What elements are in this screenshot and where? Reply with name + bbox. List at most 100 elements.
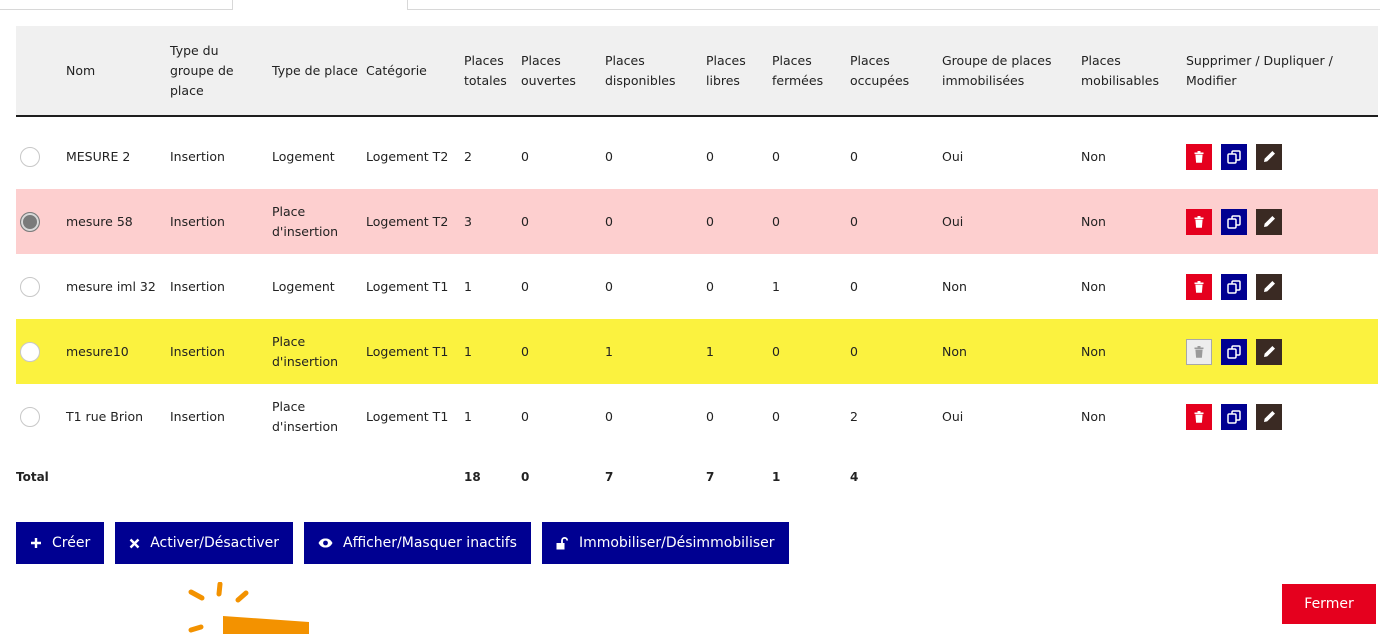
header-categorie: Catégorie: [362, 26, 460, 116]
row-actions: [1186, 338, 1374, 365]
row-radio[interactable]: [20, 211, 40, 232]
delete-button[interactable]: [1186, 208, 1212, 235]
cell-type-groupe: Insertion: [166, 124, 268, 189]
cell-places-occupees: 0: [846, 189, 938, 254]
cell-places-disponibles: 0: [601, 189, 702, 254]
duplicate-button[interactable]: [1221, 143, 1247, 170]
header-nom: Nom: [62, 26, 166, 116]
edit-button[interactable]: [1256, 143, 1282, 170]
cell-immobilisees: Non: [938, 254, 1077, 319]
table-row[interactable]: T1 rue Brion Insertion Place d'insertion Lo…: [16, 384, 1378, 449]
cell-places-totales: 1: [460, 254, 517, 319]
duplicate-button[interactable]: [1221, 338, 1247, 365]
header-type-place: Type de place: [268, 26, 362, 116]
cell-nom: mesure10: [62, 319, 166, 384]
row-radio[interactable]: [20, 406, 40, 427]
delete-button[interactable]: [1186, 273, 1212, 300]
cell-places-fermees: 0: [768, 319, 846, 384]
pencil-icon: [1263, 280, 1276, 293]
total-row: Total 18 0 7 7 1 4: [16, 449, 1378, 505]
header-places-libres: Places libres: [702, 26, 768, 116]
row-actions: [1186, 143, 1374, 170]
table-row[interactable]: mesure iml 32 Insertion Logement Logement T…: [16, 254, 1378, 319]
row-actions: [1186, 208, 1374, 235]
unlock-icon: [556, 536, 569, 550]
cell-nom: mesure 58: [62, 189, 166, 254]
delete-button[interactable]: [1186, 403, 1212, 430]
action-toolbar: Créer Activer/Désactiver Afficher/Masque…: [16, 522, 789, 564]
close-button[interactable]: Fermer: [1282, 584, 1376, 624]
header-places-occupees: Places occupées: [846, 26, 938, 116]
trash-icon: [1194, 280, 1204, 293]
pencil-icon: [1263, 150, 1276, 163]
cell-places-fermees: 0: [768, 384, 846, 449]
cell-categorie: Logement T2: [362, 189, 460, 254]
tab-bar: [0, 0, 1380, 10]
delete-button[interactable]: [1186, 143, 1212, 170]
edit-button[interactable]: [1256, 338, 1282, 365]
toggle-active-button-label: Activer/Désactiver: [150, 535, 279, 551]
row-actions: [1186, 403, 1374, 430]
cell-type-place: Logement: [268, 254, 362, 319]
immobilize-button[interactable]: Immobiliser/Désimmobiliser: [541, 522, 789, 564]
cell-immobilisees: Non: [938, 319, 1077, 384]
header-immobilisees: Groupe de places immobilisées: [938, 26, 1077, 116]
create-button[interactable]: Créer: [16, 522, 105, 564]
show-inactive-button[interactable]: Afficher/Masquer inactifs: [304, 522, 531, 564]
table-spacer: [16, 116, 1378, 124]
duplicate-icon: [1227, 344, 1241, 359]
cell-places-totales: 2: [460, 124, 517, 189]
cell-actions: [1182, 124, 1378, 189]
edit-button[interactable]: [1256, 403, 1282, 430]
cell-select: [16, 124, 62, 189]
total-label: Total: [16, 470, 49, 484]
cell-places-libres: 0: [702, 254, 768, 319]
row-radio[interactable]: [20, 146, 40, 167]
cell-places-fermees: 0: [768, 189, 846, 254]
pencil-icon: [1263, 215, 1276, 228]
cell-actions: [1182, 319, 1378, 384]
delete-button[interactable]: [1186, 338, 1212, 365]
edit-button[interactable]: [1256, 208, 1282, 235]
cell-places-occupees: 0: [846, 124, 938, 189]
table-row[interactable]: mesure10 Insertion Place d'insertion Logeme…: [16, 319, 1378, 384]
cell-type-place: Place d'insertion: [268, 189, 362, 254]
duplicate-icon: [1227, 409, 1241, 424]
cell-categorie: Logement T2: [362, 124, 460, 189]
table-row[interactable]: mesure 58 Insertion Place d'insertion Logem…: [16, 189, 1378, 254]
cell-places-libres: 1: [702, 319, 768, 384]
cell-type-groupe: Insertion: [166, 254, 268, 319]
duplicate-button[interactable]: [1221, 403, 1247, 430]
row-radio[interactable]: [20, 276, 40, 297]
cell-immobilisees: Oui: [938, 124, 1077, 189]
cell-places-ouvertes: 0: [517, 384, 601, 449]
table-row[interactable]: MESURE 2 Insertion Logement Logement T2 2 0 0 0…: [16, 124, 1378, 189]
header-type-groupe: Type du groupe de place: [166, 26, 268, 116]
cell-select: [16, 384, 62, 449]
header-places-ouvertes: Places ouvertes: [517, 26, 601, 116]
cell-places-disponibles: 1: [601, 319, 702, 384]
duplicate-icon: [1227, 214, 1241, 229]
duplicate-button[interactable]: [1221, 208, 1247, 235]
cell-places-disponibles: 0: [601, 254, 702, 319]
edit-button[interactable]: [1256, 273, 1282, 300]
header-select: [16, 26, 62, 116]
row-radio[interactable]: [20, 341, 40, 362]
cell-nom: mesure iml 32: [62, 254, 166, 319]
cell-places-libres: 0: [702, 189, 768, 254]
toggle-active-button[interactable]: Activer/Désactiver: [115, 522, 293, 564]
total-spacer: [166, 449, 460, 505]
cell-places-fermees: 1: [768, 254, 846, 319]
click-indicator-icon: [188, 582, 309, 634]
cell-type-place: Place d'insertion: [268, 384, 362, 449]
trash-icon: [1194, 410, 1204, 423]
cell-type-groupe: Insertion: [166, 189, 268, 254]
immobilize-button-label: Immobiliser/Désimmobiliser: [578, 535, 775, 551]
duplicate-button[interactable]: [1221, 273, 1247, 300]
cell-places-occupees: 0: [846, 254, 938, 319]
tab-active[interactable]: [232, 0, 408, 10]
cell-places-occupees: 2: [846, 384, 938, 449]
cell-places-disponibles: 0: [601, 124, 702, 189]
duplicate-icon: [1227, 149, 1241, 164]
tab-bar-line: [0, 9, 1380, 10]
